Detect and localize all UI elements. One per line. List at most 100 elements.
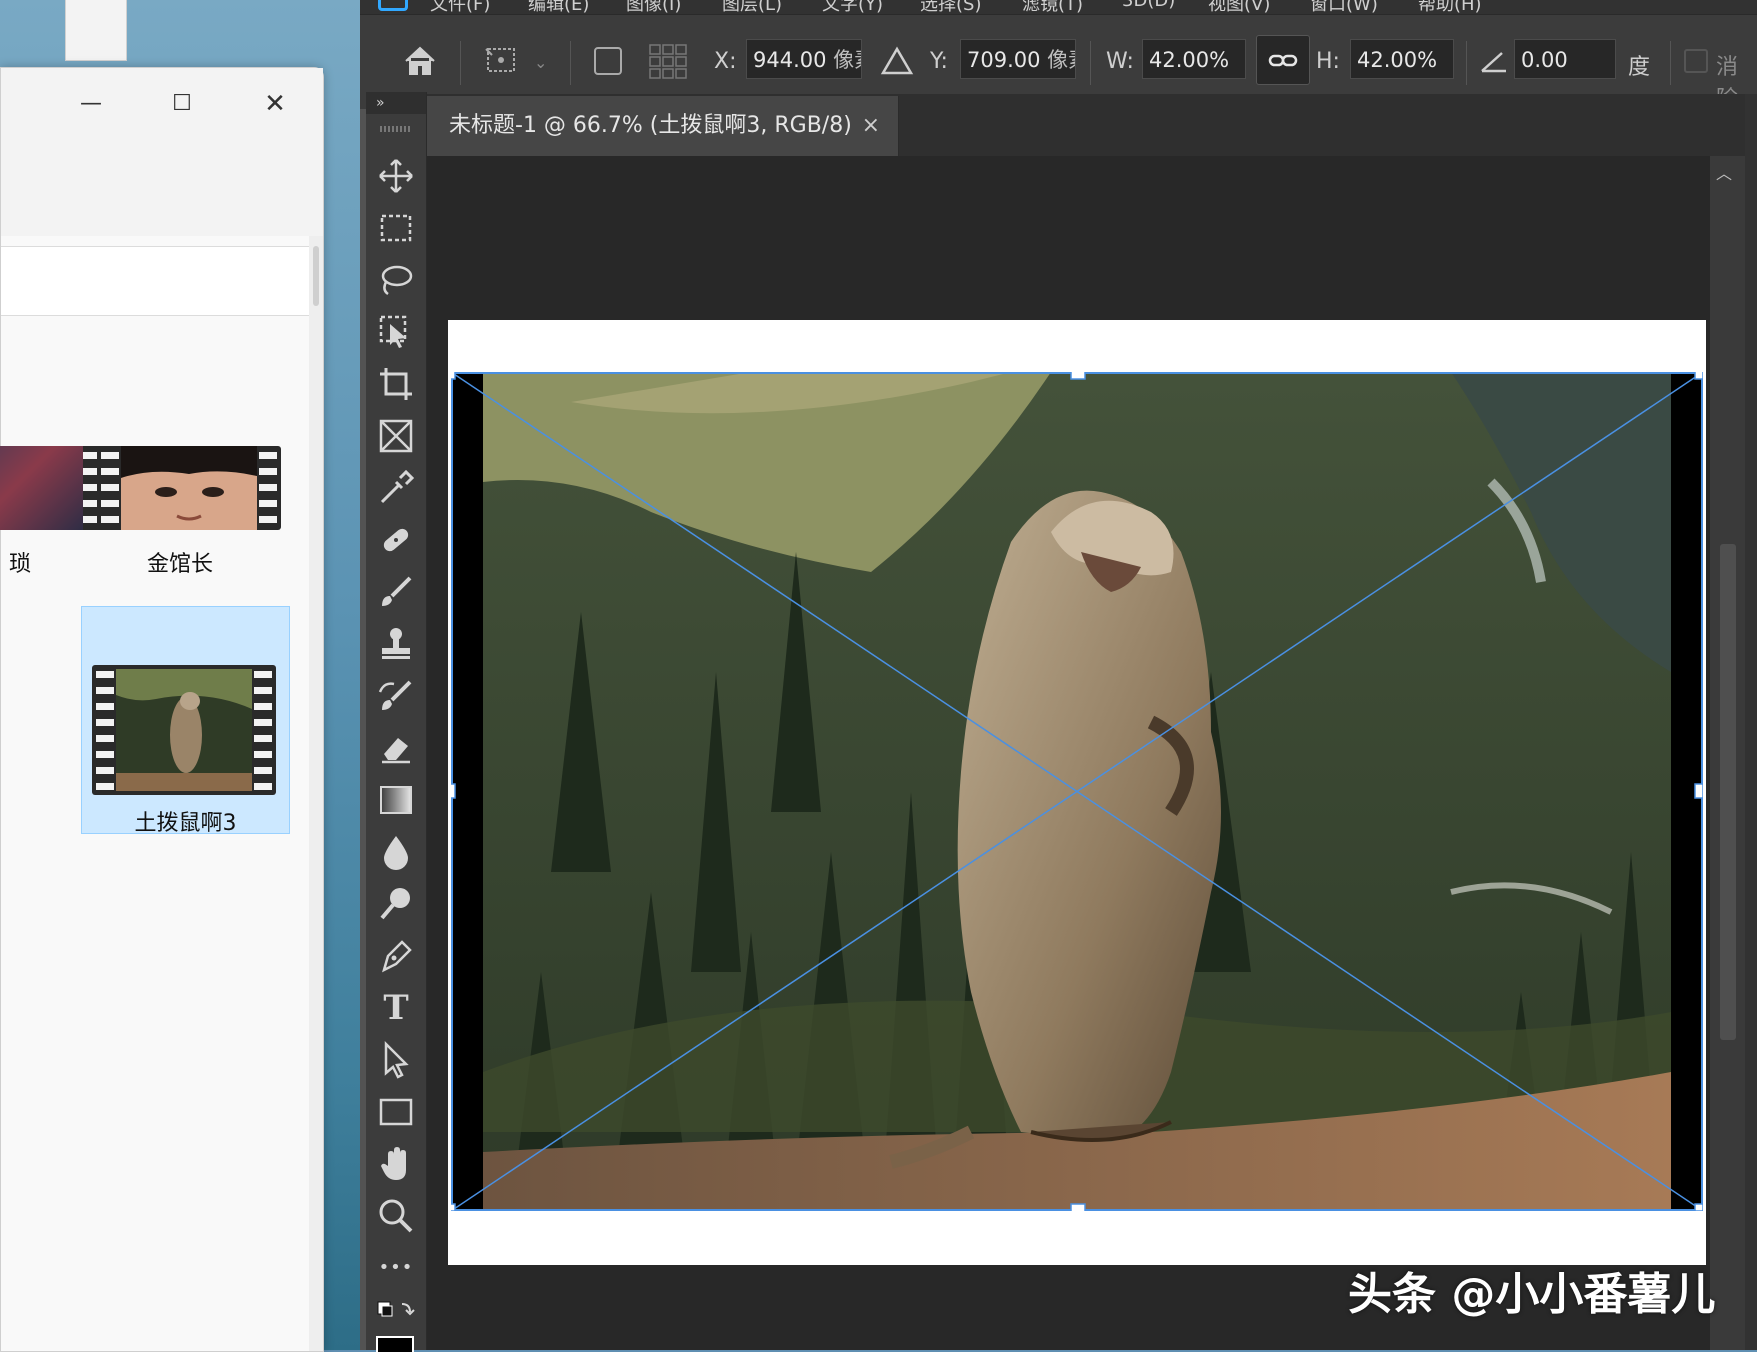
- explorer-scrollbar-thumb[interactable]: [313, 246, 319, 306]
- menu-item-select[interactable]: 选择(S): [920, 0, 981, 14]
- healing-brush-tool-icon[interactable]: [376, 520, 416, 560]
- transform-handle-right[interactable]: [1695, 784, 1703, 798]
- film-strip: [259, 446, 277, 530]
- transform-handle-top[interactable]: [1071, 372, 1085, 379]
- close-tab-icon[interactable]: ×: [862, 96, 880, 156]
- minimize-button[interactable]: —: [69, 86, 113, 122]
- separator: [460, 41, 461, 85]
- reference-point-icon[interactable]: [484, 43, 524, 83]
- x-unit: 像素: [833, 48, 862, 72]
- eyedropper-tool-icon[interactable]: [376, 468, 416, 508]
- file-item-selected[interactable]: 土拨鼠啊3: [81, 606, 290, 834]
- blur-tool-icon[interactable]: [376, 832, 416, 872]
- frame-tool-icon[interactable]: [376, 416, 416, 456]
- y-position-field[interactable]: 709.00 像素: [960, 39, 1076, 79]
- lasso-tool-icon[interactable]: [376, 260, 416, 300]
- antialias-checkbox[interactable]: [1684, 49, 1708, 73]
- free-transform-box[interactable]: [451, 372, 1703, 1211]
- desktop-document-icon[interactable]: [65, 0, 127, 61]
- separator: [1466, 41, 1467, 85]
- y-value: 709.00: [967, 48, 1040, 72]
- width-field[interactable]: 42.00%: [1142, 39, 1246, 79]
- maximize-button[interactable]: ☐: [160, 86, 204, 122]
- rectangle-tool-icon[interactable]: [376, 1092, 416, 1132]
- menu-item-filter[interactable]: 滤镜(T): [1022, 0, 1083, 14]
- toolbox: » T •••: [366, 92, 427, 1350]
- transform-handle-bottom-left[interactable]: [451, 1204, 455, 1211]
- close-button[interactable]: ✕: [253, 86, 297, 122]
- transform-handle-top-right[interactable]: [1695, 372, 1703, 379]
- separator: [570, 41, 571, 85]
- move-tool-icon[interactable]: [376, 156, 416, 196]
- explorer-title-area: — ☐ ✕: [1, 68, 323, 236]
- history-brush-tool-icon[interactable]: [376, 676, 416, 716]
- zoom-tool-icon[interactable]: [376, 1196, 416, 1236]
- transform-handle-bottom[interactable]: [1071, 1204, 1085, 1211]
- document-tab-bar: 未标题-1 @ 66.7% (土拨鼠啊3, RGB/8) ×: [427, 94, 1757, 156]
- marmot-thumbnail-image: [116, 669, 252, 791]
- maintain-aspect-ratio-button[interactable]: [1256, 35, 1310, 85]
- menu-item-image[interactable]: 图像(I): [626, 0, 681, 14]
- pen-tool-icon[interactable]: [376, 936, 416, 976]
- explorer-scrollbar[interactable]: [309, 236, 323, 1351]
- menu-item-type[interactable]: 文字(Y): [822, 0, 883, 14]
- chevron-down-icon[interactable]: ⌄: [534, 53, 547, 72]
- file-thumbnail: [97, 446, 281, 530]
- file-item[interactable]: 金馆长: [87, 428, 273, 588]
- canvas-vertical-scrollbar[interactable]: ︿: [1710, 156, 1745, 1350]
- gradient-tool-icon[interactable]: [376, 780, 416, 820]
- height-field[interactable]: 42.00%: [1350, 39, 1454, 79]
- y-unit: 像素: [1047, 48, 1076, 72]
- file-explorer-window: — ☐ ✕ 琐 金馆长: [0, 67, 324, 1352]
- type-tool-icon[interactable]: T: [376, 988, 416, 1028]
- menu-bar: 文件(F) 编辑(E) 图像(I) 图层(L) 文字(Y) 选择(S) 滤镜(T…: [360, 0, 1757, 14]
- relative-position-icon[interactable]: [880, 45, 914, 81]
- face-thumbnail-image: [121, 446, 257, 530]
- hand-tool-icon[interactable]: [376, 1144, 416, 1184]
- document-tab[interactable]: 未标题-1 @ 66.7% (土拨鼠啊3, RGB/8) ×: [427, 96, 899, 156]
- file-name: 金馆长: [87, 546, 273, 578]
- reference-grid-icon[interactable]: [648, 43, 688, 83]
- link-icon: [1257, 36, 1309, 84]
- transform-handle-top-left[interactable]: [451, 372, 455, 379]
- home-icon[interactable]: [400, 41, 440, 85]
- path-select-tool-icon[interactable]: [376, 1040, 416, 1080]
- angle-unit-label: 度: [1628, 49, 1650, 81]
- swap-colors-icon[interactable]: [376, 1298, 416, 1338]
- file-item[interactable]: 琐: [0, 428, 97, 588]
- menu-item-edit[interactable]: 编辑(E): [528, 0, 589, 14]
- menu-item-3d[interactable]: 3D(D): [1122, 0, 1175, 11]
- x-value: 944.00: [753, 48, 826, 72]
- w-label: W:: [1106, 49, 1134, 74]
- transform-handle-left[interactable]: [451, 784, 455, 798]
- y-label: Y:: [930, 49, 948, 74]
- toolbox-grip[interactable]: [380, 126, 412, 132]
- watermark-text: 头条 @小小番薯儿: [1348, 1258, 1715, 1322]
- marquee-tool-icon[interactable]: [376, 208, 416, 248]
- canvas-scrollbar-thumb[interactable]: [1720, 544, 1736, 1040]
- menu-item-view[interactable]: 视图(V): [1208, 0, 1270, 14]
- x-label: X:: [714, 49, 736, 74]
- clone-stamp-tool-icon[interactable]: [376, 624, 416, 664]
- crop-tool-icon[interactable]: [376, 364, 416, 404]
- menu-item-layer[interactable]: 图层(L): [722, 0, 782, 14]
- more-tools-icon[interactable]: •••: [376, 1248, 416, 1288]
- menu-item-window[interactable]: 窗口(W): [1310, 0, 1378, 14]
- rotation-field[interactable]: 0.00: [1514, 39, 1616, 79]
- separator: [1090, 41, 1091, 85]
- dodge-tool-icon[interactable]: [376, 884, 416, 924]
- film-strip: [101, 446, 119, 530]
- object-select-tool-icon[interactable]: [376, 312, 416, 352]
- scroll-up-icon[interactable]: ︿: [1716, 160, 1732, 184]
- toolbox-collapse-button[interactable]: »: [366, 92, 426, 114]
- menu-item-help[interactable]: 帮助(H): [1418, 0, 1482, 14]
- explorer-address-bar[interactable]: [1, 246, 310, 316]
- transform-handle-bottom-right[interactable]: [1695, 1204, 1703, 1211]
- separator: [1670, 41, 1671, 85]
- file-thumbnail: [92, 665, 276, 795]
- menu-item-file[interactable]: 文件(F): [430, 0, 490, 14]
- x-position-field[interactable]: 944.00 像素: [746, 39, 862, 79]
- eraser-tool-icon[interactable]: [376, 728, 416, 768]
- brush-tool-icon[interactable]: [376, 572, 416, 612]
- reference-point-checkbox[interactable]: [594, 47, 622, 75]
